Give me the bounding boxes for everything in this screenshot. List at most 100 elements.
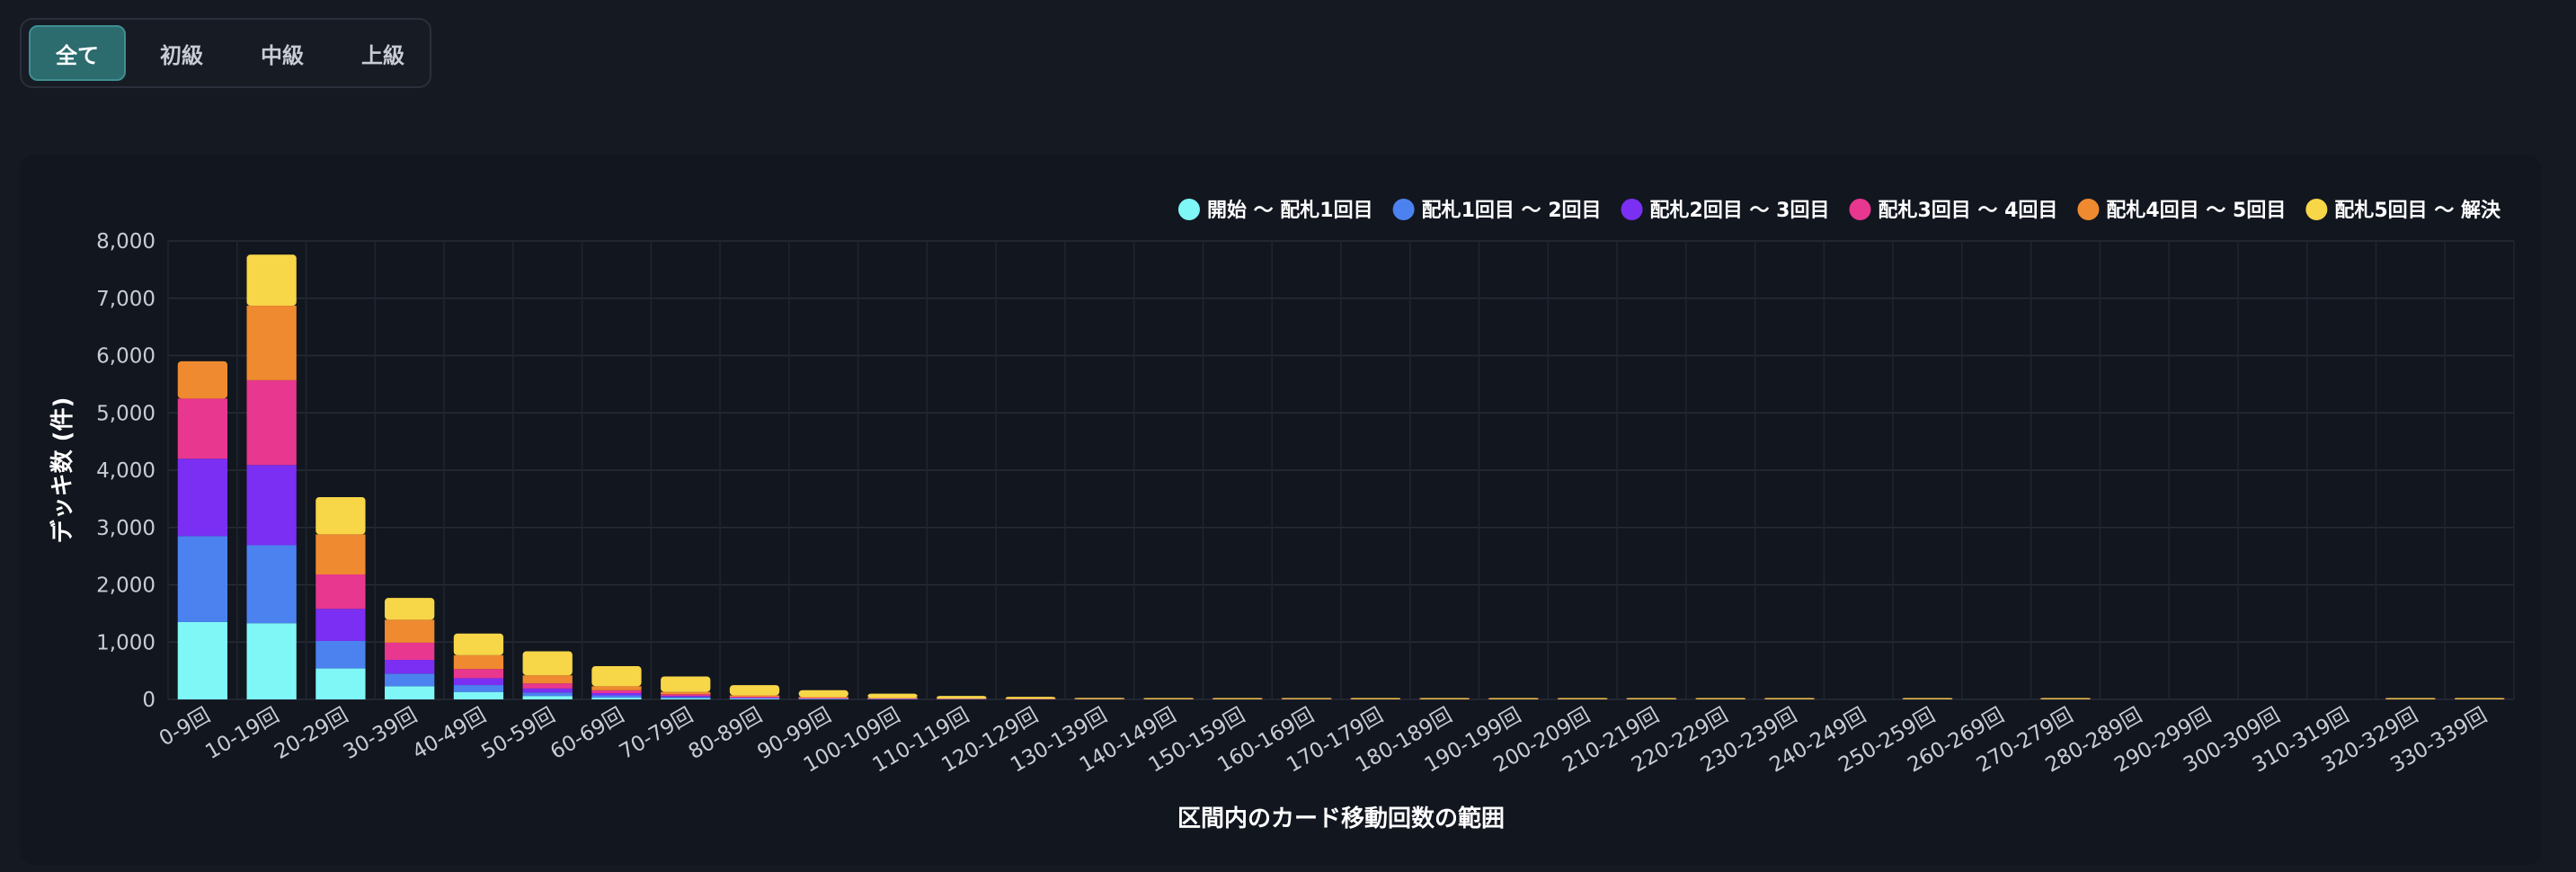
bar-segment: [591, 686, 642, 690]
bar-segment: [315, 640, 366, 669]
bar-segment: [1419, 698, 1470, 699]
legend-label: 配札5回目 〜 解決: [2334, 199, 2501, 222]
tab-advanced[interactable]: 上級: [338, 25, 428, 81]
bar-segment: [246, 254, 297, 307]
bar-segment: [661, 676, 711, 692]
bar-segment: [246, 545, 297, 624]
bar-segment: [385, 619, 435, 643]
bar-segment: [385, 673, 435, 687]
bar-segment: [385, 598, 435, 620]
y-tick-label: 8,000: [96, 230, 155, 254]
bar-segment: [1143, 698, 1194, 699]
bar-segment: [2454, 698, 2505, 699]
bar-segment: [591, 692, 642, 696]
bar-segment: [1695, 698, 1745, 699]
bar-segment: [661, 697, 711, 698]
bar-segment: [246, 379, 297, 466]
chart-card: 0 1,000 2,000 3,000 4,000 5,000 6,000 7,000 8,00…: [20, 155, 2542, 865]
bar-segment: [661, 694, 711, 697]
bar-segment: [937, 696, 987, 699]
bar-segment: [522, 651, 573, 676]
bar-segment: [385, 686, 435, 699]
bar-segment: [522, 696, 573, 699]
bar-segment: [591, 666, 642, 687]
bar-segment: [661, 691, 711, 695]
x-tick-label: 40-49回: [409, 704, 491, 764]
legend-label: 配札3回目 〜 4回目: [1878, 200, 2057, 222]
bar-segment: [591, 698, 642, 699]
bar-segment: [315, 496, 366, 535]
x-tick-label: 30-39回: [340, 704, 422, 764]
x-axis-title: 区間内のカード移動回数の範囲: [1177, 805, 1505, 832]
x-tick-label: 70-79回: [616, 704, 697, 764]
bar-segment: [1902, 698, 1953, 699]
bar-segment: [453, 654, 504, 670]
legend-swatch: [1849, 199, 1871, 220]
bar-segment: [2385, 698, 2436, 699]
bar-segment: [2040, 698, 2091, 699]
bar-segment: [385, 660, 435, 674]
bar-segment: [453, 633, 504, 655]
bar-segment: [591, 695, 642, 698]
stacked-bar-chart: 0 1,000 2,000 3,000 4,000 5,000 6,000 7,000 8,00…: [49, 199, 2515, 832]
legend-label: 配札1回目 〜 2回目: [1422, 200, 1602, 222]
bar-segment: [177, 536, 228, 622]
difficulty-filter: 全て 初級 中級 上級: [20, 18, 431, 88]
y-tick-label: 0: [142, 689, 155, 712]
tab-intermediate[interactable]: 中級: [237, 25, 327, 81]
bar-segment: [522, 683, 573, 689]
y-tick-label: 5,000: [96, 402, 155, 425]
y-tick-label: 3,000: [96, 517, 155, 540]
bar-segment: [522, 692, 573, 697]
bar-segment: [453, 685, 504, 692]
bar-segment: [177, 621, 228, 699]
bar-segment: [729, 695, 780, 698]
bar-segment: [246, 306, 297, 380]
bar-segment: [315, 668, 366, 699]
bar-segment: [385, 642, 435, 661]
bar-segment: [1005, 697, 1056, 699]
legend-label: 配札4回目 〜 5回目: [2106, 200, 2286, 222]
bar-segment: [661, 698, 711, 699]
y-tick-label: 6,000: [96, 345, 155, 369]
x-tick-label: 20-29回: [271, 704, 352, 764]
y-axis-title: デッキ数 (件): [49, 397, 76, 544]
bar-segment: [453, 691, 504, 699]
bar-segment: [1350, 698, 1401, 699]
bar-segment: [1488, 698, 1539, 699]
bar-segment: [591, 690, 642, 693]
bar-segment: [315, 574, 366, 610]
legend-swatch: [1177, 199, 1200, 220]
y-tick-label: 4,000: [96, 459, 155, 483]
bar-segment: [177, 360, 228, 399]
bar-segment: [177, 458, 228, 537]
bar-segment: [1626, 698, 1677, 699]
tab-beginner[interactable]: 初級: [137, 25, 227, 81]
x-tick-label: 50-59回: [477, 704, 559, 764]
bar-segment: [1558, 698, 1608, 699]
legend-swatch: [2077, 199, 2100, 220]
bar-segment: [522, 675, 573, 684]
legend-swatch: [1392, 199, 1415, 220]
bar-segment: [1212, 698, 1263, 699]
bar-segment: [453, 669, 504, 679]
bar-segment: [453, 678, 504, 686]
legend-label: 開始 〜 配札1回目: [1207, 199, 1373, 222]
bar-segment: [729, 685, 780, 696]
y-tick-label: 2,000: [96, 574, 155, 598]
bar-segment: [315, 609, 366, 641]
x-tick-label: 10-19回: [201, 704, 283, 764]
x-tick-label: 60-69回: [546, 704, 628, 764]
legend-swatch: [1621, 199, 1643, 220]
y-tick-label: 1,000: [96, 631, 155, 654]
bar-segment: [177, 398, 228, 459]
bar-segment: [798, 690, 848, 698]
legend-swatch: [2305, 199, 2328, 220]
bar-segment: [661, 696, 711, 698]
bar-segment: [867, 693, 918, 698]
bar-segment: [1764, 698, 1815, 699]
tab-all[interactable]: 全て: [29, 25, 126, 81]
bar-segment: [315, 534, 366, 575]
y-tick-label: 7,000: [96, 288, 155, 311]
bar-segment: [246, 465, 297, 546]
